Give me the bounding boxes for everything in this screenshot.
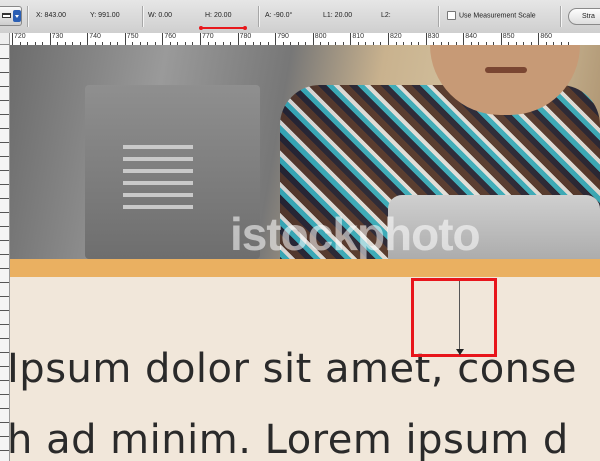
checkbox-box[interactable] <box>447 11 456 20</box>
ruler-major-tick <box>312 33 314 45</box>
width-readout: W: 0.00 <box>148 12 172 19</box>
divider <box>258 6 260 27</box>
ruler-label: 850 <box>502 33 515 40</box>
ruler-major-tick <box>425 33 427 45</box>
divider <box>27 6 29 27</box>
ruler-label: 760 <box>164 33 177 40</box>
ruler-major-tick <box>237 33 239 45</box>
length1-readout: L1: 20.00 <box>323 12 353 19</box>
ruler-major-tick <box>275 33 277 45</box>
ruler-major-tick <box>87 33 89 45</box>
ruler-icon <box>2 13 11 18</box>
person-mouth <box>485 67 527 73</box>
ruler-major-tick <box>162 33 164 45</box>
ruler-label: 790 <box>277 33 289 40</box>
divider <box>560 6 562 27</box>
ruler-label: 730 <box>51 33 64 40</box>
ruler-label: 780 <box>239 33 252 40</box>
orange-banner <box>10 259 600 277</box>
angle-readout: A: -90.0° <box>265 12 293 19</box>
measurement-scale-label: Use Measurement Scale <box>459 12 536 20</box>
y-readout: Y: 991.00 <box>90 12 120 19</box>
divider <box>438 6 440 27</box>
ruler-label: 750 <box>126 33 139 40</box>
ruler-major-tick <box>463 33 465 45</box>
length2-readout: L2: <box>381 12 391 19</box>
chevron-down-icon <box>13 10 21 22</box>
document-canvas[interactable]: istockphoto Ipsum dolor sit amet, conse … <box>10 45 600 461</box>
ruler-major-tick <box>388 33 389 45</box>
measure-highlight-box <box>411 278 497 357</box>
measure-endpoint-icon[interactable] <box>456 349 464 355</box>
lorem-text-line: h ad minim. Lorem ipsum d <box>10 417 569 461</box>
ruler-major-tick <box>12 33 13 45</box>
ruler-major-tick <box>350 33 352 45</box>
ruler-label: 770 <box>202 33 214 40</box>
measure-line[interactable] <box>459 281 460 355</box>
vertical-ruler[interactable] <box>0 45 10 461</box>
ruler-label: 740 <box>89 33 101 40</box>
straighten-button[interactable]: Stra <box>568 8 600 25</box>
height-readout: H: 20.00 <box>205 12 232 19</box>
stock-photo: istockphoto <box>10 45 600 265</box>
ruler-major-tick <box>49 33 51 45</box>
ruler-label: 860 <box>540 33 553 40</box>
ruler-label: 830 <box>427 33 440 40</box>
height-highlight-marker <box>199 26 247 30</box>
ruler-major-tick <box>538 33 540 45</box>
measurement-scale-checkbox[interactable]: Use Measurement Scale <box>447 11 536 20</box>
ruler-major-tick <box>200 33 201 45</box>
ruler-label: 810 <box>352 33 365 40</box>
ruler-label: 820 <box>390 33 402 40</box>
tool-preset-picker[interactable] <box>0 6 22 26</box>
divider <box>142 6 144 27</box>
ruler-major-tick <box>124 33 126 45</box>
x-readout: X: 843.00 <box>36 12 66 19</box>
options-bar: X: 843.00 Y: 991.00 W: 0.00 H: 20.00 A: … <box>0 0 600 34</box>
ruler-origin[interactable] <box>0 33 10 45</box>
ruler-label: 840 <box>465 33 477 40</box>
ruler-label: 800 <box>314 33 327 40</box>
ruler-major-tick <box>500 33 502 45</box>
stock-watermark: istockphoto <box>230 208 481 260</box>
ruler-label: 720 <box>14 33 26 40</box>
